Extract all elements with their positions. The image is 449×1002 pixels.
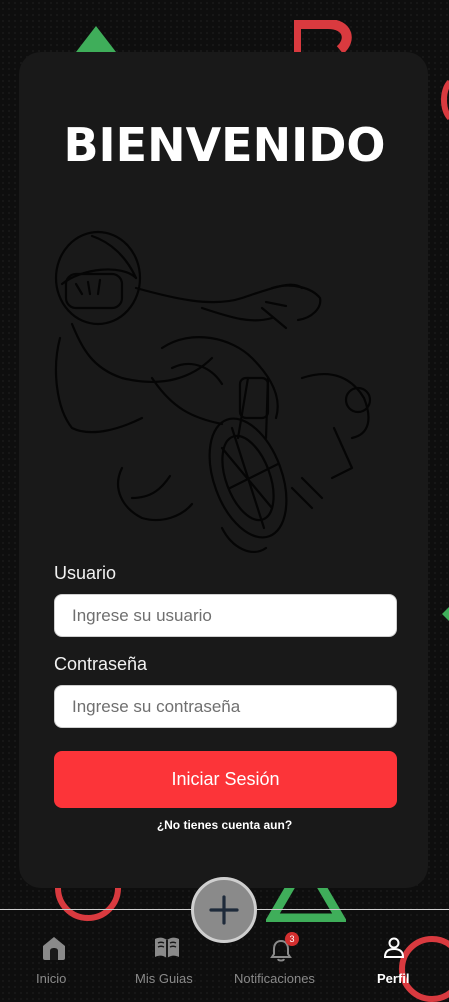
username-input[interactable]: [54, 594, 397, 637]
nav-label-inicio: Inicio: [36, 971, 67, 986]
password-input[interactable]: [54, 685, 397, 728]
bell-icon: 3: [266, 932, 299, 964]
register-link[interactable]: ¿No tienes cuenta aun?: [0, 818, 449, 832]
nav-item-perfil[interactable]: Perfil: [375, 910, 413, 1002]
user-icon: [379, 934, 409, 962]
add-guide-button[interactable]: [191, 877, 257, 943]
login-screen: BIENVENIDO Usuario Ingrese su usuario Co…: [0, 0, 449, 1002]
bg-letter-shape-top: [294, 20, 352, 54]
motorcycle-rider-illustration: [54, 230, 372, 554]
nav-label-mis-guias: Mis Guias: [135, 971, 193, 986]
nav-label-notificaciones: Notificaciones: [234, 971, 315, 986]
plus-icon: [209, 895, 239, 925]
book-icon: [152, 934, 182, 962]
bg-arc-shape-right: [441, 80, 449, 120]
notification-badge: 3: [285, 932, 299, 946]
username-label: Usuario: [54, 563, 117, 583]
page-title: BIENVENIDO: [63, 118, 386, 172]
home-icon: [39, 934, 69, 962]
bg-triangle-shape-top: [76, 26, 116, 52]
password-label: Contraseña: [54, 654, 148, 674]
nav-item-mis-guias[interactable]: Mis Guias: [135, 910, 199, 1002]
login-button[interactable]: Iniciar Sesión: [54, 751, 397, 808]
nav-label-perfil: Perfil: [377, 971, 410, 986]
bg-small-triangle-right: [442, 607, 449, 621]
nav-item-inicio[interactable]: Inicio: [34, 910, 74, 1002]
